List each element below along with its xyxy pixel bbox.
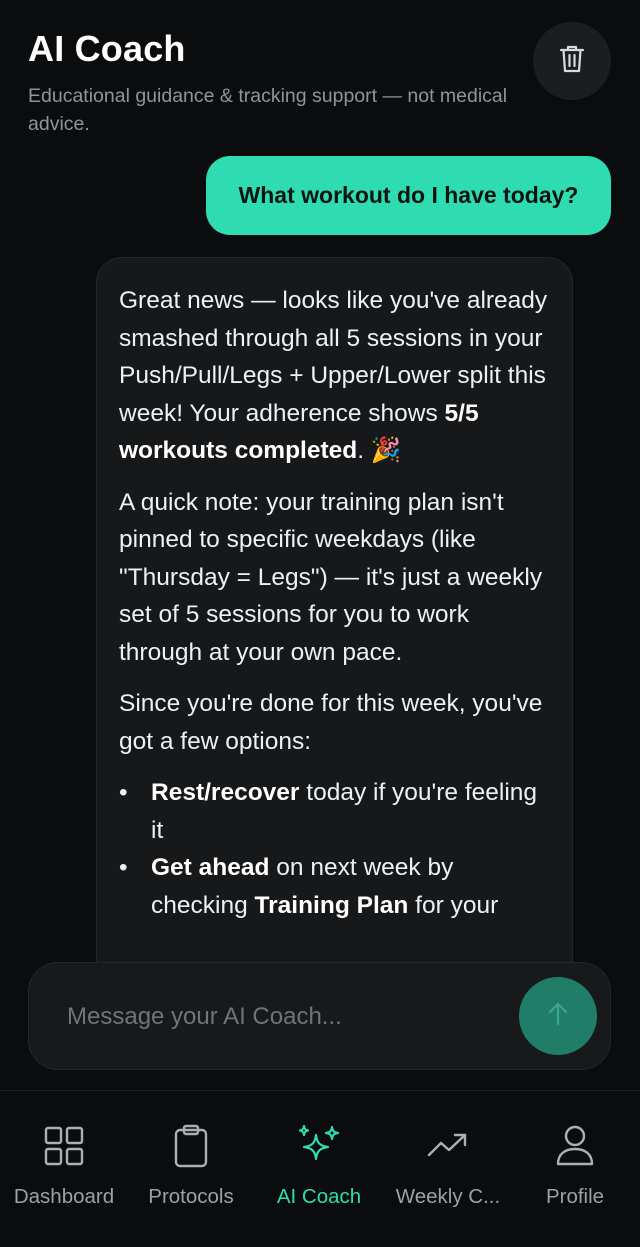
ai-paragraph-1: Great news — looks like you've already s…: [119, 287, 548, 464]
grid-icon: [44, 1121, 84, 1171]
user-icon: [555, 1121, 595, 1171]
nav-label: Profile: [545, 1185, 605, 1208]
sparkles-icon: [296, 1121, 342, 1171]
message-input[interactable]: [65, 991, 499, 1043]
nav-label: Dashboard: [13, 1185, 115, 1208]
nav-item-ai-coach[interactable]: AI Coach: [255, 1121, 383, 1211]
trash-icon: [559, 44, 585, 79]
nav-label: Weekly C...: [395, 1185, 501, 1208]
ai-options-list: Rest/recover today if you're feeling it …: [119, 774, 550, 924]
ai-message-bubble: Great news — looks like you've already s…: [96, 257, 573, 1047]
clear-chat-button[interactable]: [533, 22, 611, 100]
nav-item-profile[interactable]: Profile: [511, 1121, 639, 1211]
nav-item-weekly[interactable]: Weekly C...: [384, 1121, 512, 1211]
list-item: Rest/recover today if you're feeling it: [119, 774, 550, 849]
nav-item-dashboard[interactable]: Dashboard: [0, 1121, 128, 1211]
send-button[interactable]: [519, 977, 597, 1055]
ai-paragraph-3: Since you're done for this week, you've …: [119, 690, 543, 755]
page-title: AI Coach: [28, 28, 186, 69]
ai-paragraph-2: A quick note: your training plan isn't p…: [119, 488, 543, 666]
user-message-bubble: What workout do I have today?: [206, 156, 611, 235]
list-item: Get ahead on next week by checking Train…: [119, 849, 550, 924]
trend-up-icon: [427, 1121, 469, 1171]
clipboard-icon: [174, 1121, 208, 1171]
header: AI Coach Educational guidance & tracking…: [28, 28, 508, 138]
message-composer: [28, 962, 611, 1070]
page-subtitle: Educational guidance & tracking support …: [28, 85, 508, 135]
nav-item-protocols[interactable]: Protocols: [127, 1121, 255, 1211]
nav-label: Protocols: [148, 1185, 234, 1208]
nav-label: AI Coach: [276, 1185, 362, 1208]
arrow-up-icon: [546, 1001, 570, 1032]
bottom-nav: Dashboard Protocols AI Coach Weekly C...…: [0, 1091, 640, 1247]
